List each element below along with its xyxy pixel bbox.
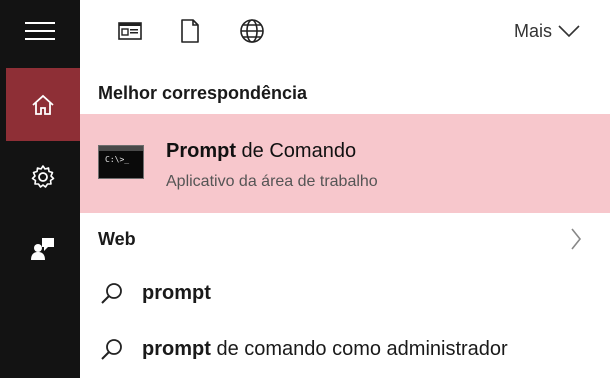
search-icon: [101, 283, 122, 304]
document-view-icon: [118, 22, 142, 40]
hamburger-icon: [25, 22, 55, 40]
apps-filter-button[interactable]: [115, 16, 145, 46]
web-suggestion-2-text: prompt de comando como administrador: [142, 338, 508, 361]
best-match-name: Prompt de Comando: [166, 140, 356, 163]
cmd-prompt-text: C:\>_: [105, 155, 130, 164]
page-icon: [181, 19, 199, 43]
feedback-person-icon: [31, 238, 54, 260]
web-filter-button[interactable]: [237, 16, 267, 46]
gear-icon: [31, 165, 55, 188]
best-match-name-bold: Prompt: [166, 140, 236, 162]
chevron-right-icon[interactable]: [570, 228, 582, 250]
web-suggestion-1-bold: prompt: [142, 282, 211, 304]
hamburger-menu-button[interactable]: [0, 0, 80, 62]
settings-button[interactable]: [6, 141, 80, 213]
more-filters-dropdown[interactable]: Mais: [514, 18, 580, 44]
start-search-window: Mais Melhor correspondência C:\>_ Prompt…: [0, 0, 610, 386]
cmd-titlebar: [99, 146, 143, 151]
filter-toolbar: Mais: [80, 0, 610, 62]
home-button[interactable]: [6, 68, 80, 141]
left-rail: [0, 0, 80, 378]
search-icon: [101, 339, 122, 360]
web-heading: Web: [98, 229, 136, 249]
home-icon: [32, 94, 54, 115]
best-match-subtitle: Aplicativo da área de trabalho: [166, 173, 378, 190]
best-match-heading: Melhor correspondência: [98, 83, 308, 103]
web-suggestion-2-rest: de comando como administrador: [210, 338, 508, 360]
command-prompt-icon: C:\>_: [98, 145, 144, 179]
best-match-name-rest: de Comando: [236, 140, 357, 162]
bottom-edge: [0, 378, 610, 386]
search-panel: Mais Melhor correspondência C:\>_ Prompt…: [80, 0, 610, 378]
web-suggestion-1-text: prompt: [142, 282, 211, 305]
chevron-down-icon: [558, 25, 580, 38]
documents-filter-button[interactable]: [175, 16, 205, 46]
web-suggestion-1[interactable]: prompt: [80, 268, 610, 318]
web-suggestion-2[interactable]: prompt de comando como administrador: [80, 324, 610, 374]
best-match-item[interactable]: C:\>_ Prompt de Comando Aplicativo da ár…: [80, 114, 610, 213]
web-suggestion-2-bold: prompt: [142, 338, 211, 360]
more-filters-label: Mais: [513, 20, 552, 41]
globe-icon: [240, 19, 264, 43]
feedback-button[interactable]: [6, 213, 80, 285]
